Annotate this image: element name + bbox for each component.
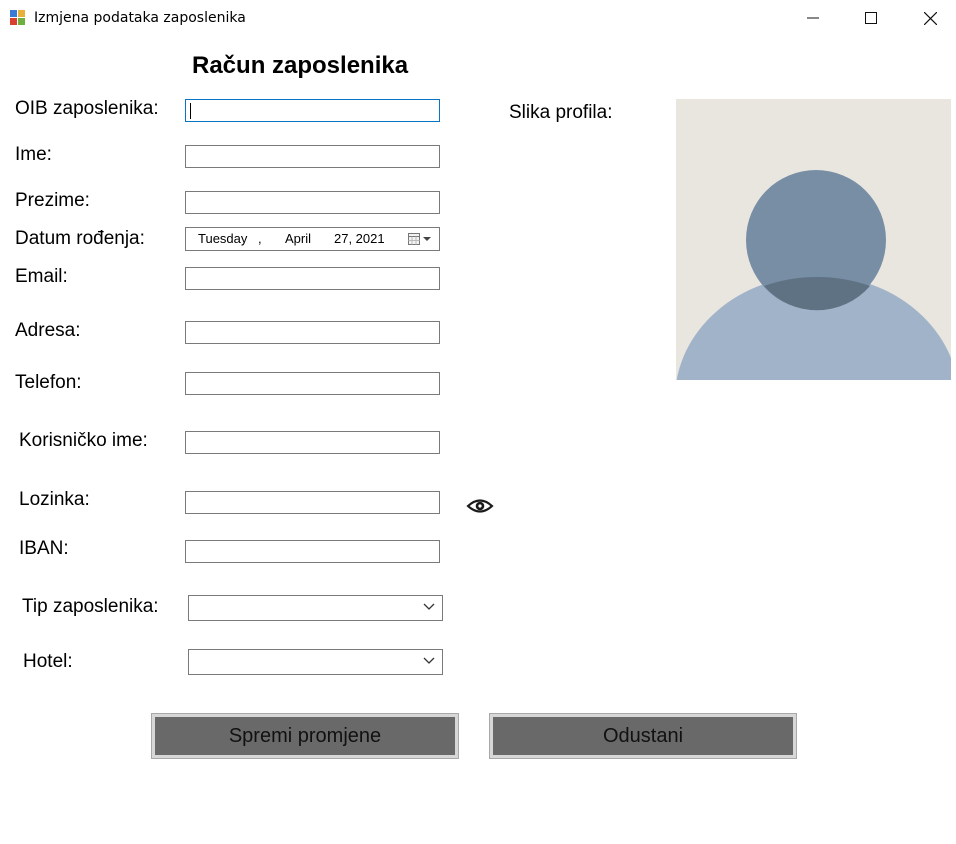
adresa-label: Adresa: (15, 320, 81, 341)
iban-label: IBAN: (19, 538, 69, 559)
cancel-button[interactable]: Odustani (489, 713, 797, 759)
date-month: April (285, 231, 312, 246)
calendar-icon[interactable] (408, 232, 434, 246)
window-title: Izmjena podataka zaposlenika (34, 10, 246, 26)
date-separator: , (258, 231, 262, 246)
close-button[interactable] (920, 8, 940, 28)
adresa-input[interactable] (185, 321, 440, 344)
prezime-input[interactable] (185, 191, 440, 214)
datum-label: Datum rođenja: (15, 228, 145, 249)
lozinka-label: Lozinka: (19, 489, 90, 510)
telefon-input[interactable] (185, 372, 440, 395)
korisnicko-input[interactable] (185, 431, 440, 454)
ime-input[interactable] (185, 145, 440, 168)
date-day: Tuesday (198, 231, 248, 246)
email-input[interactable] (185, 267, 440, 290)
close-icon (923, 11, 937, 25)
page-title: Račun zaposlenika (192, 52, 409, 79)
iban-input[interactable] (185, 540, 440, 563)
hotel-select[interactable] (188, 649, 443, 675)
tip-select[interactable] (188, 595, 443, 621)
lozinka-input[interactable] (185, 491, 440, 514)
text-caret (190, 103, 191, 119)
tip-label: Tip zaposlenika: (22, 596, 159, 617)
korisnicko-label: Korisničko ime: (19, 430, 148, 451)
maximize-button[interactable] (861, 8, 881, 28)
prezime-label: Prezime: (15, 190, 90, 211)
datum-picker[interactable]: Tuesday , April 27, 2021 (185, 227, 440, 251)
oib-input[interactable] (185, 99, 440, 122)
telefon-label: Telefon: (15, 372, 82, 393)
title-bar: Izmjena podataka zaposlenika (0, 0, 956, 36)
email-label: Email: (15, 266, 68, 287)
oib-label: OIB zaposlenika: (15, 98, 159, 119)
slika-label: Slika profila: (509, 102, 613, 123)
minimize-button[interactable] (803, 8, 823, 28)
app-icon (10, 10, 26, 26)
save-button[interactable]: Spremi promjene (151, 713, 459, 759)
maximize-icon (865, 12, 877, 24)
hotel-label: Hotel: (23, 651, 73, 672)
eye-icon[interactable] (466, 496, 494, 516)
profile-picture[interactable] (676, 99, 951, 380)
minimize-icon (807, 17, 819, 19)
ime-label: Ime: (15, 144, 52, 165)
date-day-year: 27, 2021 (334, 231, 385, 246)
chevron-down-icon (423, 657, 435, 664)
chevron-down-icon (423, 603, 435, 610)
